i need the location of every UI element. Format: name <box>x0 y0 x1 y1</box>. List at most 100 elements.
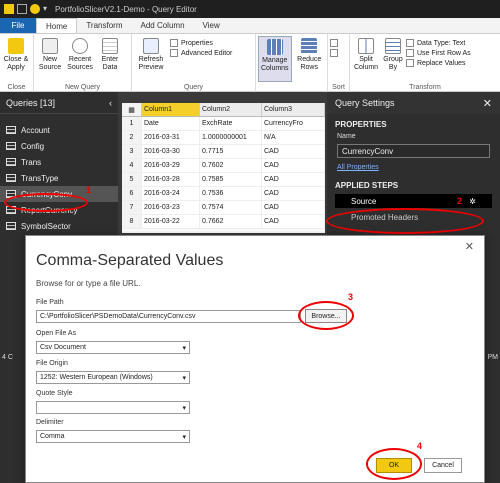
table-cell[interactable]: 0.7662 <box>200 215 262 228</box>
table-cell[interactable]: 2016-03-24 <box>142 187 200 200</box>
replace-values-button[interactable]: Replace Values <box>406 59 471 67</box>
table-cell[interactable]: CurrencyFro <box>262 117 325 130</box>
query-item[interactable]: TransType <box>0 170 118 186</box>
table-cell[interactable]: 0.7574 <box>200 201 262 214</box>
replace-values-icon <box>406 59 414 67</box>
table-row: 1 Date ExchRate CurrencyFro <box>122 117 325 131</box>
table-cell[interactable]: CAD <box>262 215 325 228</box>
data-type-dropdown[interactable]: Data Type: Text <box>406 39 471 47</box>
tab-add-column[interactable]: Add Column <box>132 18 194 33</box>
table-cell[interactable]: CAD <box>262 187 325 200</box>
query-item[interactable]: Trans <box>0 154 118 170</box>
table-row: 7 2016-03-23 0.7574 CAD <box>122 201 325 215</box>
column-header[interactable]: Column2 <box>200 103 262 116</box>
queries-header: Queries [13] ‹ <box>0 92 118 114</box>
enter-data-button[interactable]: Enter Data <box>96 36 124 82</box>
dialog-subtitle: Browse for or type a file URL. <box>36 279 141 288</box>
title-bar: ▾ PortfolioSlicerV2.1-Demo - Query Edito… <box>0 0 500 18</box>
close-apply-icon <box>8 38 24 54</box>
save-icon[interactable] <box>17 4 27 14</box>
quote-style-label: Quote Style <box>36 390 73 397</box>
table-cell[interactable]: CAD <box>262 159 325 172</box>
table-cell[interactable]: ExchRate <box>200 117 262 130</box>
table-cell[interactable]: 2016-03-30 <box>142 145 200 158</box>
annotation-ellipse-ok <box>366 448 422 480</box>
quote-style-select[interactable]: ▾ <box>36 401 190 414</box>
step-source[interactable]: Source ✲ <box>335 194 492 208</box>
table-cell[interactable]: 0.7715 <box>200 145 262 158</box>
tab-transform[interactable]: Transform <box>77 18 131 33</box>
undo-icon[interactable]: ▾ <box>43 4 47 14</box>
column-header[interactable]: Column1 <box>142 103 200 116</box>
table-cell[interactable]: Date <box>142 117 200 130</box>
table-cell[interactable]: 2016-03-22 <box>142 215 200 228</box>
advanced-editor-button[interactable]: Advanced Editor <box>170 49 232 57</box>
table-cell[interactable]: 2016-03-31 <box>142 131 200 144</box>
group-new-query: New Source Recent Sources Enter Data New… <box>34 34 132 92</box>
sort-ascending-button[interactable] <box>330 39 338 47</box>
sort-buttons <box>330 36 338 82</box>
query-settings-header: Query Settings ✕ <box>327 92 500 114</box>
table-cell[interactable]: 2016-03-29 <box>142 159 200 172</box>
table-row: 3 2016-03-30 0.7715 CAD <box>122 145 325 159</box>
open-file-as-select[interactable]: Csv Document ▾ <box>36 341 190 354</box>
table-row: 8 2016-03-22 0.7662 CAD <box>122 215 325 229</box>
collapse-chevron-icon[interactable]: ‹ <box>109 98 112 108</box>
group-by-icon <box>385 38 401 54</box>
file-origin-label: File Origin <box>36 360 68 367</box>
tab-home[interactable]: Home <box>36 18 78 33</box>
annotation-number: 4 <box>417 441 423 451</box>
table-cell[interactable]: 2016-03-23 <box>142 201 200 214</box>
manage-columns-button[interactable]: Manage Columns <box>258 36 292 82</box>
close-icon[interactable]: ✕ <box>465 240 474 253</box>
group-label-query: Query <box>183 84 204 91</box>
table-cell[interactable]: 0.7602 <box>200 159 262 172</box>
smiley-icon[interactable] <box>30 4 40 14</box>
row-number: 3 <box>122 145 142 158</box>
query-name-input[interactable]: CurrencyConv <box>337 144 490 158</box>
table-cell[interactable]: 1.0000000001 <box>200 131 262 144</box>
gear-icon[interactable]: ✲ <box>469 197 476 206</box>
file-path-input[interactable]: C:\PortfolioSlicer\PSDemoData\CurrencyCo… <box>36 310 301 323</box>
refresh-preview-button[interactable]: Refresh Preview <box>134 36 168 82</box>
query-item[interactable]: Account <box>0 122 118 138</box>
chevron-down-icon: ▾ <box>182 434 186 441</box>
delimiter-select[interactable]: Comma ▾ <box>36 430 190 443</box>
query-item[interactable]: SymbolSector <box>0 218 118 234</box>
all-properties-link[interactable]: All Properties <box>327 160 500 175</box>
reduce-rows-button[interactable]: Reduce Rows <box>294 36 326 82</box>
row-number: 7 <box>122 201 142 214</box>
group-sort: Sort <box>328 34 350 92</box>
table-cell[interactable]: N/A <box>262 131 325 144</box>
data-type-icon <box>406 39 414 47</box>
table-cell[interactable]: CAD <box>262 145 325 158</box>
query-item[interactable]: Config <box>0 138 118 154</box>
tab-file[interactable]: File <box>0 18 36 33</box>
file-origin-select[interactable]: 1252: Western European (Windows) ▾ <box>36 371 190 384</box>
table-cell[interactable]: CAD <box>262 173 325 186</box>
table-menu-icon[interactable]: ▦ <box>122 103 142 116</box>
ribbon-tabs: File Home Transform Add Column View <box>0 18 500 34</box>
file-path-label: File Path <box>36 299 64 306</box>
close-icon[interactable]: ✕ <box>483 97 492 110</box>
table-cell[interactable]: 0.7536 <box>200 187 262 200</box>
sort-descending-icon <box>330 49 338 57</box>
tab-view[interactable]: View <box>194 18 229 33</box>
table-cell[interactable]: CAD <box>262 201 325 214</box>
column-header[interactable]: Column3 <box>262 103 325 116</box>
recent-sources-button[interactable]: Recent Sources <box>66 36 94 82</box>
table-icon <box>6 158 16 166</box>
properties-button[interactable]: Properties <box>170 39 232 47</box>
annotation-number: 2 <box>457 196 463 206</box>
split-column-button[interactable]: Split Column <box>352 36 380 82</box>
chevron-down-icon: ▾ <box>182 345 186 352</box>
close-apply-button[interactable]: Close & Apply <box>2 36 30 82</box>
new-source-button[interactable]: New Source <box>36 36 64 82</box>
use-first-row-button[interactable]: Use First Row As <box>406 49 471 57</box>
table-cell[interactable]: 2016-03-28 <box>142 173 200 186</box>
cancel-button[interactable]: Cancel <box>424 458 462 473</box>
table-cell[interactable]: 0.7585 <box>200 173 262 186</box>
annotation-ellipse-browse <box>298 301 354 330</box>
sort-descending-button[interactable] <box>330 49 338 57</box>
group-by-button[interactable]: Group By <box>382 36 404 82</box>
